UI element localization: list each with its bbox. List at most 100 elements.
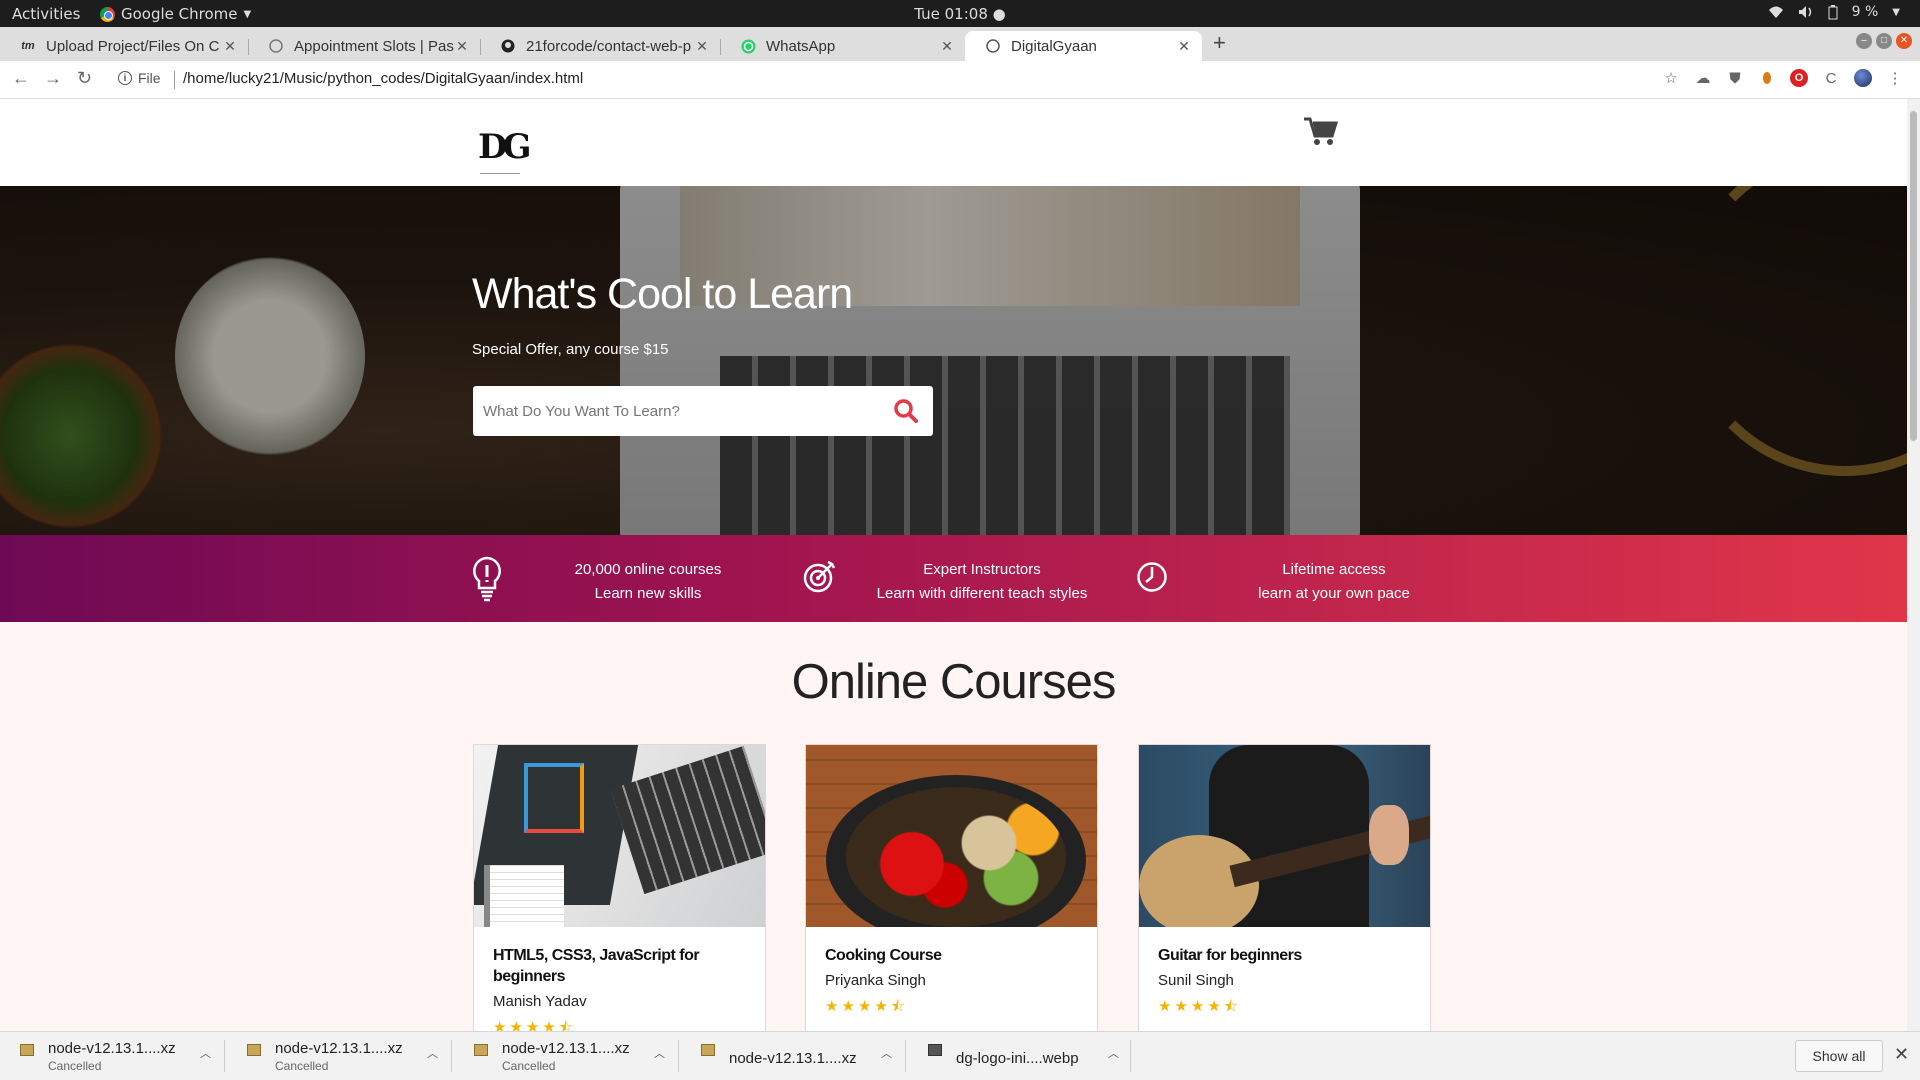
- window-controls: – □ ✕: [1856, 33, 1912, 49]
- cart-icon[interactable]: [1304, 117, 1339, 152]
- course-author: Sunil Singh: [1158, 972, 1234, 989]
- clock-icon: [1136, 561, 1168, 598]
- system-tray[interactable]: 9 % ▼: [1768, 4, 1900, 20]
- course-rating: ★★★★⯪: [1158, 998, 1241, 1015]
- maximize-button[interactable]: □: [1876, 33, 1892, 49]
- feature-caption: Learn with different teach styles: [876, 585, 1088, 602]
- feature-heading: 20,000 online courses: [574, 561, 722, 578]
- archive-icon: [247, 1044, 261, 1056]
- close-icon[interactable]: ✕: [1894, 1044, 1909, 1065]
- extension-opera-icon[interactable]: O: [1790, 69, 1808, 87]
- close-icon[interactable]: ✕: [694, 38, 710, 55]
- course-author: Priyanka Singh: [825, 972, 926, 989]
- battery-level: 9 %: [1851, 4, 1879, 20]
- close-icon[interactable]: ✕: [454, 38, 470, 55]
- tab-label: 21forcode/contact-web-p: [526, 37, 692, 55]
- courses-section: Online Courses HTML5, CSS3, JavaScript f…: [0, 622, 1907, 1031]
- course-card-cooking[interactable]: Cooking Course Priyanka Singh ★★★★⯪: [805, 744, 1098, 1031]
- minimize-button[interactable]: –: [1856, 33, 1872, 49]
- course-title[interactable]: HTML5, CSS3, JavaScript for beginners: [493, 945, 743, 987]
- new-tab-button[interactable]: +: [1213, 30, 1226, 56]
- extension-shield-icon[interactable]: ⛊: [1726, 69, 1744, 87]
- hero-title: What's Cool to Learn: [472, 270, 853, 318]
- archive-icon: [20, 1044, 34, 1056]
- close-icon[interactable]: ✕: [1176, 38, 1192, 55]
- site-header: DG: [0, 99, 1907, 186]
- tm-icon: tm: [21, 40, 35, 52]
- forward-button[interactable]: →: [44, 68, 62, 89]
- image-file-icon: [928, 1044, 942, 1056]
- course-search: [473, 386, 933, 436]
- profile-avatar[interactable]: [1854, 69, 1872, 87]
- hero-subtitle: Special Offer, any course $15: [472, 341, 669, 358]
- download-filename: node-v12.13.1....xz: [502, 1040, 630, 1057]
- download-item[interactable]: node-v12.13.1....xz Cancelled ︿: [0, 1038, 225, 1076]
- menu-kebab-icon[interactable]: ⋮: [1886, 69, 1904, 87]
- extension-cloud-icon[interactable]: ☁: [1694, 69, 1712, 87]
- course-rating: ★★★★⯪: [493, 1019, 576, 1031]
- tab-whatsapp[interactable]: WhatsApp ✕: [720, 31, 965, 61]
- download-status: Cancelled: [275, 1059, 329, 1073]
- site-info-button[interactable]: i File: [118, 70, 161, 86]
- close-icon[interactable]: ✕: [222, 38, 238, 55]
- features-strip: 20,000 online courses Learn new skills E…: [0, 535, 1907, 622]
- tab-label: Upload Project/Files On C: [46, 37, 220, 55]
- tab-github[interactable]: 21forcode/contact-web-p ✕: [480, 31, 720, 61]
- power-menu-icon: ▼: [1892, 6, 1900, 18]
- search-icon[interactable]: [893, 398, 919, 429]
- chevron-up-icon[interactable]: ︿: [881, 1045, 892, 1061]
- course-image-guitar: [1139, 745, 1430, 927]
- course-title[interactable]: Guitar for beginners: [1158, 945, 1408, 966]
- tab-upload-project[interactable]: tm Upload Project/Files On C ✕: [0, 31, 248, 61]
- download-item[interactable]: node-v12.13.1....xz Cancelled ︿: [225, 1038, 452, 1076]
- chevron-up-icon[interactable]: ︿: [1108, 1045, 1119, 1061]
- courses-title: Online Courses: [791, 655, 1117, 709]
- tab-label: DigitalGyaan: [1011, 37, 1097, 55]
- download-filename: node-v12.13.1....xz: [275, 1040, 403, 1057]
- feature-caption: Learn new skills: [594, 585, 702, 602]
- clock[interactable]: Tue 01:08 ●: [0, 5, 1920, 23]
- site-logo[interactable]: DG: [478, 127, 531, 167]
- download-item[interactable]: node-v12.13.1....xz ︿: [679, 1038, 906, 1076]
- course-card-html[interactable]: HTML5, CSS3, JavaScript for beginners Ma…: [473, 744, 766, 1031]
- download-status: Cancelled: [48, 1059, 102, 1073]
- extensions-area: ☆ ☁ ⛊ ⬮ O C ⋮: [1662, 69, 1904, 87]
- tab-strip: tm Upload Project/Files On C ✕ Appointme…: [0, 27, 1920, 61]
- search-input[interactable]: [483, 386, 883, 436]
- archive-icon: [474, 1044, 488, 1056]
- course-card-guitar[interactable]: Guitar for beginners Sunil Singh ★★★★⯪: [1138, 744, 1431, 1031]
- clock-text: Tue 01:08: [914, 5, 988, 23]
- download-item[interactable]: node-v12.13.1....xz Cancelled ︿: [452, 1038, 679, 1076]
- feature-heading: Expert Instructors: [923, 561, 1041, 578]
- chevron-up-icon[interactable]: ︿: [427, 1045, 438, 1061]
- tab-appointment-slots[interactable]: Appointment Slots | Pass ✕: [248, 31, 480, 61]
- download-item[interactable]: dg-logo-ini....webp ︿: [906, 1038, 1131, 1076]
- course-image-cooking: [806, 745, 1097, 927]
- notification-dot-icon: ●: [992, 5, 1006, 23]
- chevron-up-icon[interactable]: ︿: [200, 1045, 211, 1061]
- bookmark-star-icon[interactable]: ☆: [1662, 69, 1680, 87]
- globe-icon: [268, 38, 284, 54]
- page-scrollbar[interactable]: [1907, 99, 1920, 1031]
- show-all-downloads-button[interactable]: Show all: [1795, 1040, 1883, 1072]
- back-button[interactable]: ←: [12, 68, 30, 89]
- address-bar[interactable]: /home/lucky21/Music/python_codes/Digital…: [183, 70, 583, 87]
- course-author: Manish Yadav: [493, 993, 587, 1010]
- tab-label: Appointment Slots | Pass: [294, 37, 454, 55]
- whatsapp-icon: [740, 38, 756, 54]
- info-icon: i: [118, 71, 132, 85]
- target-icon: [803, 559, 837, 598]
- course-title[interactable]: Cooking Course: [825, 945, 1075, 966]
- course-rating: ★★★★⯪: [825, 998, 908, 1015]
- tab-digitalgyaan[interactable]: DigitalGyaan ✕: [965, 31, 1202, 61]
- download-filename: dg-logo-ini....webp: [956, 1050, 1079, 1067]
- download-filename: node-v12.13.1....xz: [729, 1050, 857, 1067]
- close-window-button[interactable]: ✕: [1896, 33, 1912, 49]
- wifi-icon: [1768, 6, 1783, 18]
- chevron-up-icon[interactable]: ︿: [654, 1045, 665, 1061]
- extension-c-icon[interactable]: C: [1822, 69, 1840, 87]
- reload-button[interactable]: ↻: [77, 68, 92, 89]
- scrollbar-thumb[interactable]: [1910, 111, 1917, 441]
- extension-jar-icon[interactable]: ⬮: [1758, 69, 1776, 87]
- close-icon[interactable]: ✕: [939, 38, 955, 55]
